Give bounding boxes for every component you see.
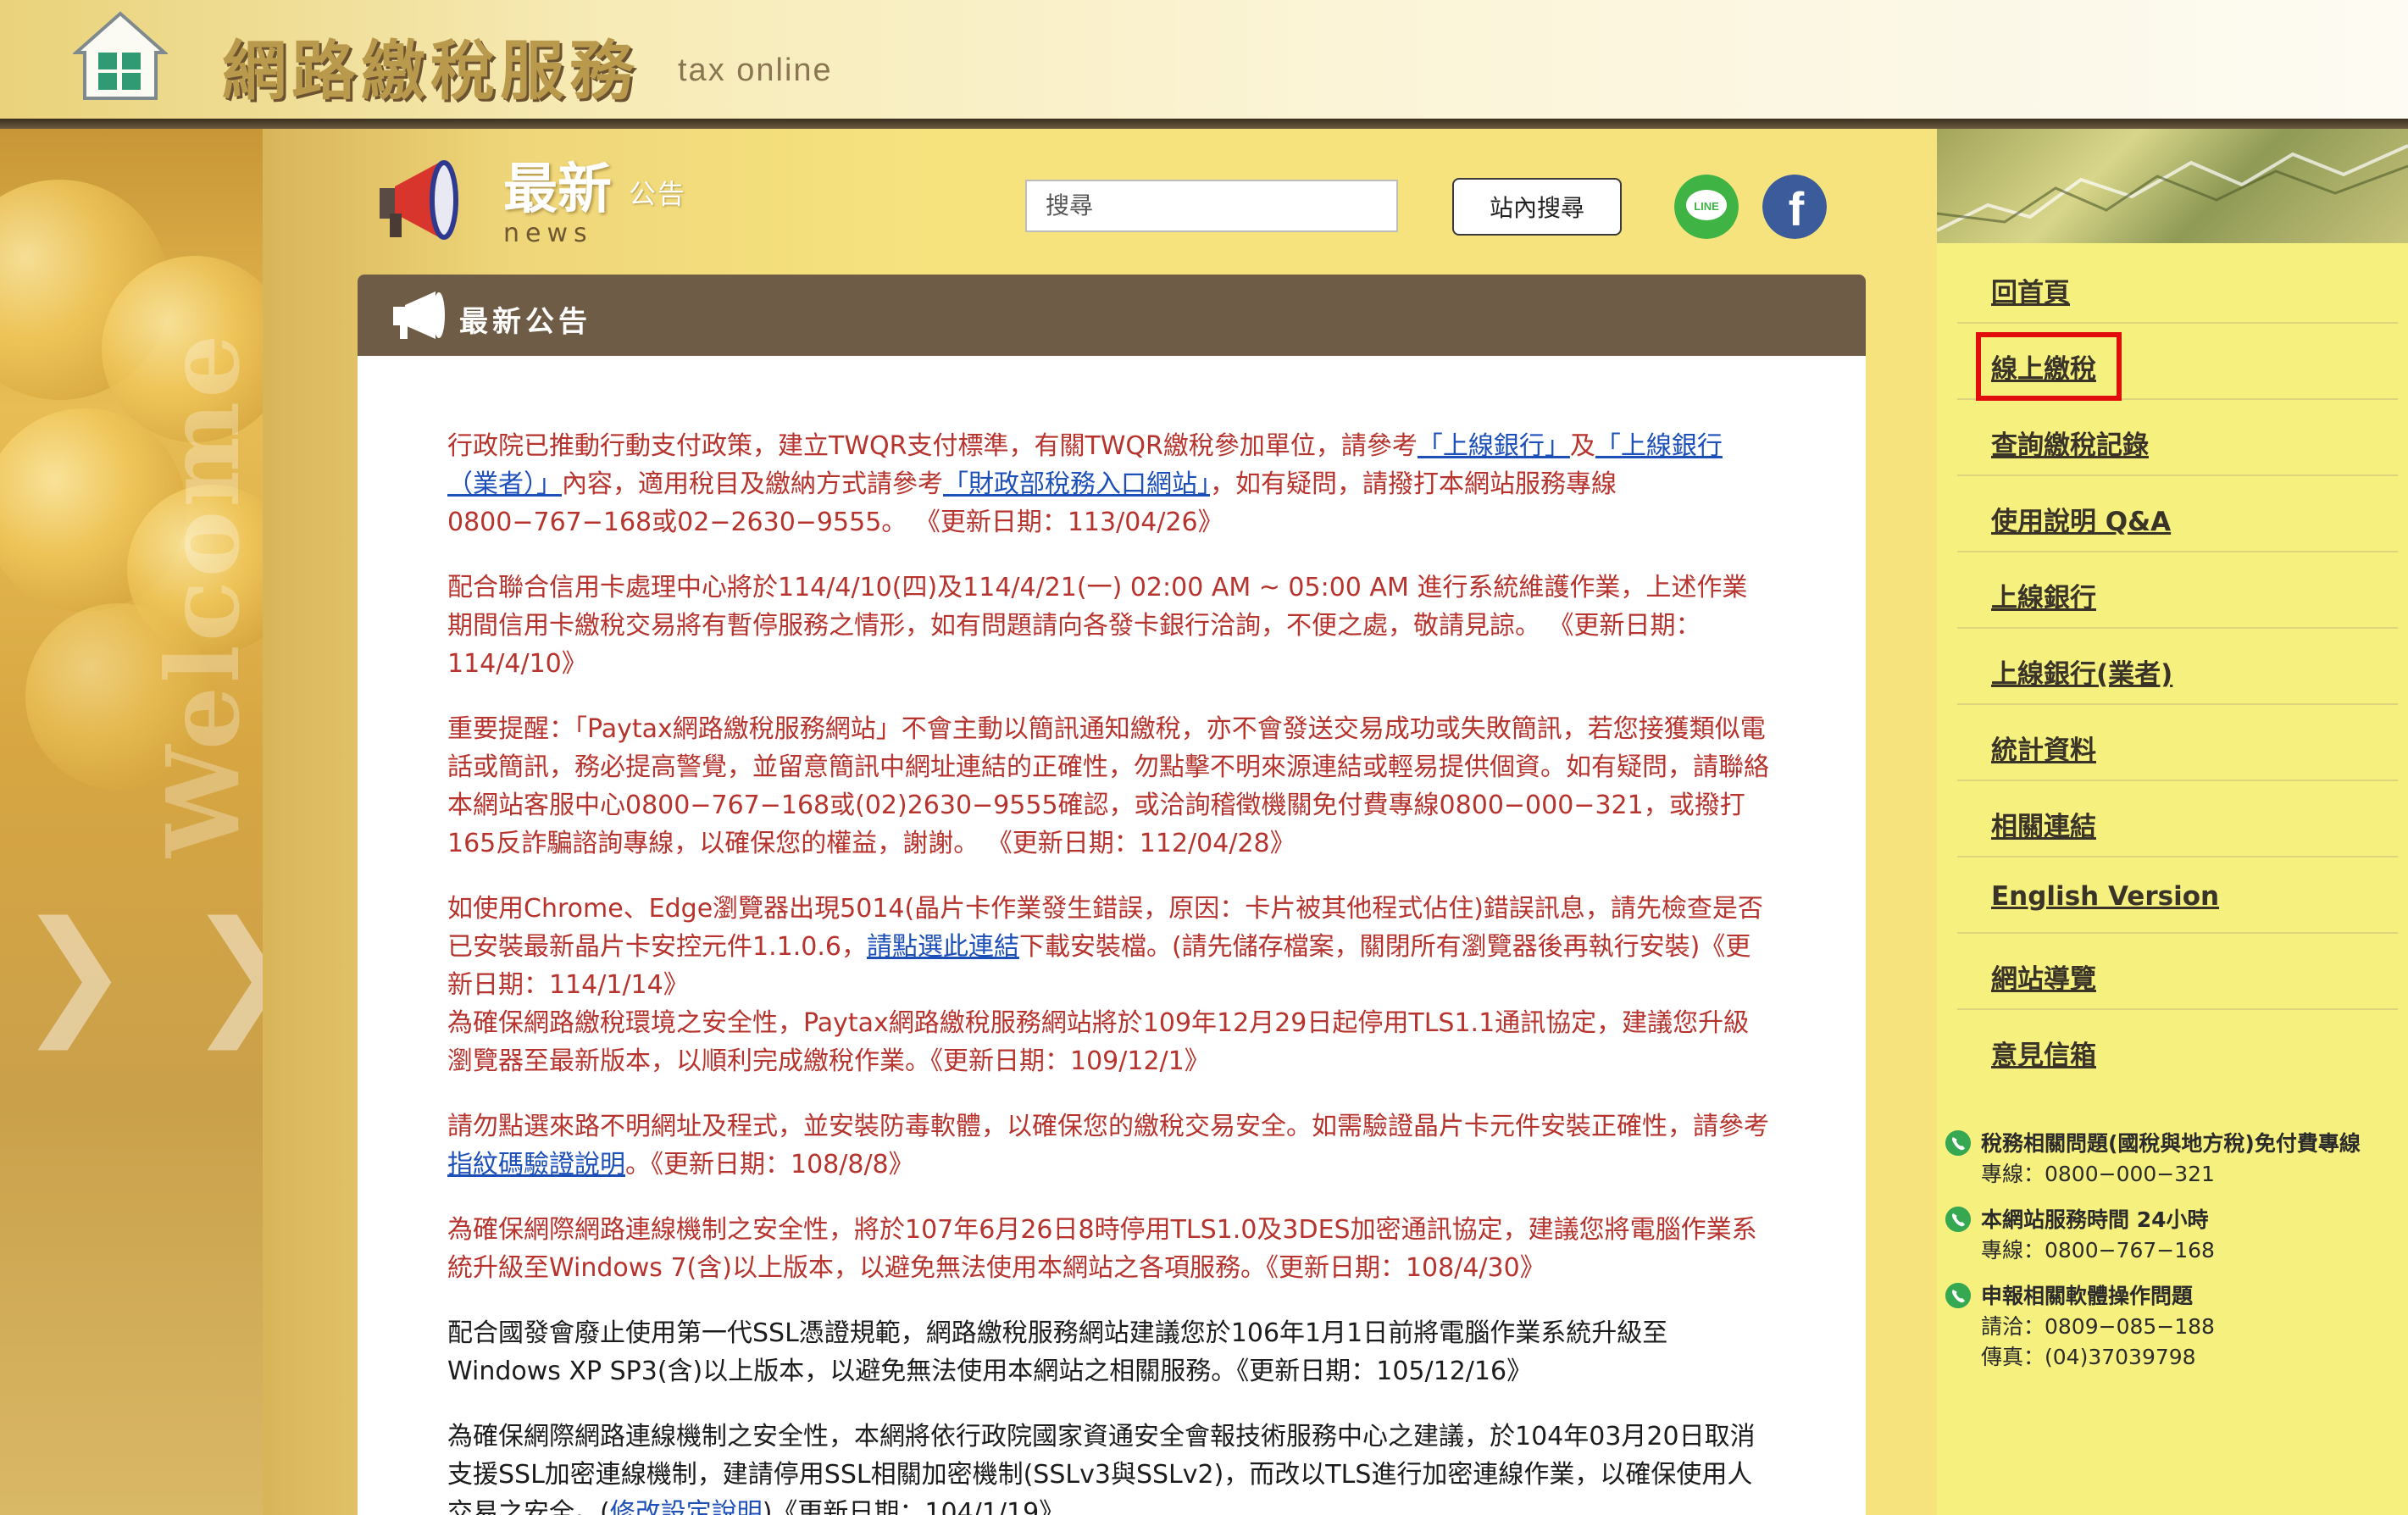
sidebar-banner-image [1937,129,2408,243]
sidebar-item-label: 網站導覽 [1991,964,2096,995]
sidebar-item-online-payment[interactable]: 線上繳稅 [1957,324,2398,401]
megaphone-icon [393,291,445,339]
sidebar-item-label: 線上繳稅 [1976,332,2122,401]
sidebar-item-label: 上線銀行 [1991,583,2096,613]
phone-icon [1945,1207,1971,1232]
news-item: 配合國發會廢止使用第一代SSL憑證規範，網路繳稅服務網站建議您於106年1月1日… [447,1318,1668,1386]
contact-title: 本網站服務時間 24小時 [1981,1207,2209,1232]
facebook-icon-label: f [1789,182,1805,236]
contact-line: 專線：0800−000−321 [1981,1162,2215,1186]
link-download-component[interactable]: 請點選此連結 [867,932,1019,962]
sidebar-item-related-links[interactable]: 相關連結 [1957,781,2398,857]
contact-title: 申報相關軟體操作問題 [1981,1284,2194,1308]
sidebar-item-label: 查詢繳稅記錄 [1991,430,2149,461]
site-search-button[interactable]: 站內搜尋 [1452,178,1622,236]
facebook-icon[interactable]: f [1762,175,1827,239]
site-subtitle: tax online [678,53,833,88]
sidebar-nav: 回首頁 線上繳稅 查詢繳稅記錄 使用說明 Q&A 上線銀行 上線銀行(業者) 統… [1957,247,2398,1086]
stock-chart-image [1937,144,2408,232]
news-text: 及 [1569,431,1595,461]
link-settings-guide[interactable]: 修改設定說明 [610,1498,763,1515]
link-mof-portal[interactable]: 「財政部稅務入口網站」 [943,469,1210,499]
site-title: 網路繳稅服務 [222,33,639,108]
home-icon[interactable] [73,10,168,102]
line-icon-label: LINE [1694,200,1719,213]
news-panel: 行政院已推動行動支付政策，建立TWQR支付標準，有關TWQR繳稅參加單位，請參考… [358,356,1866,1515]
news-text: 行政院已推動行動支付政策，建立TWQR支付標準，有關TWQR繳稅參加單位，請參考 [447,431,1418,461]
sidebar-item-label: 意見信箱 [1991,1041,2096,1071]
link-fingerprint-guide[interactable]: 指紋碼驗證說明 [447,1150,625,1179]
contact-line: 專線：0800−767−168 [1981,1238,2215,1262]
sidebar-item-online-banks-vendors[interactable]: 上線銀行(業者) [1957,629,2398,705]
sidebar-item-statistics[interactable]: 統計資料 [1957,705,2398,781]
sidebar-item-label: 使用說明 Q&A [1991,507,2172,537]
chevron-right-icon: ❯ [17,891,131,1050]
link-online-banks[interactable]: 「上線銀行」 [1418,431,1570,461]
news-panel-title: 最新公告 [459,305,591,339]
phone-icon [1945,1283,1971,1308]
sidebar-item-qa[interactable]: 使用說明 Q&A [1957,476,2398,552]
left-decoration: Welcome ❯ ❯ [0,129,263,1515]
sidebar-item-label: English Version [1991,881,2220,912]
news-title-small: 公告 [629,178,687,210]
news-text: )《更新日期：104/1/19》 [762,1498,1065,1515]
sidebar-item-home[interactable]: 回首頁 [1957,247,2398,324]
sidebar-item-label: 上線銀行(業者) [1991,659,2173,690]
sidebar-item-payment-records[interactable]: 查詢繳稅記錄 [1957,400,2398,476]
news-item: 為確保網際網路連線機制之安全性，本網將依行政院國家資通安全會報技術服務中心之建議… [447,1418,1769,1515]
phone-icon [1945,1130,1971,1156]
line-icon[interactable]: LINE [1674,175,1739,239]
site-header: 網路繳稅服務 tax online [0,0,2408,119]
sidebar-item-label: 相關連結 [1991,812,2096,842]
chevron-right-icon: ❯ [186,891,263,1050]
contact-title: 稅務相關問題(國稅與地方稅)免付費專線 [1981,1131,2361,1156]
news-text: 請勿點選來路不明網址及程式，並安裝防毒軟體，以確保您的繳稅交易安全。如需驗證晶片… [447,1112,1769,1141]
news-subtitle: news [503,219,593,248]
news-item: 如使用Chrome、Edge瀏覽器出現5014(晶片卡作業發生錯誤，原因：卡片被… [447,890,1769,1004]
news-item: 請勿點選來路不明網址及程式，並安裝防毒軟體，以確保您的繳稅交易安全。如需驗證晶片… [447,1107,1769,1184]
megaphone-icon [380,160,458,240]
sidebar-item-english[interactable]: English Version [1957,857,2398,934]
contact-line: 傳真：(04)37039798 [1981,1345,2196,1369]
news-title: 最新 [503,158,612,221]
news-item: 行政院已推動行動支付政策，建立TWQR支付標準，有關TWQR繳稅參加單位，請參考… [447,427,1769,541]
news-item: 配合聯合信用卡處理中心將於114/4/10(四)及114/4/21(一) 02:… [447,573,1748,679]
news-item: 重要提醒：「Paytax網路繳稅服務網站」不會主動以簡訊通知繳稅，亦不會發送交易… [447,714,1769,858]
header-divider [0,119,2408,129]
news-text: 內容，適用稅目及繳納方式請參考 [562,469,943,499]
news-item: 為確保網際網路連線機制之安全性，將於107年6月26日8時停用TLS1.0及3D… [447,1215,1757,1283]
sidebar-item-online-banks[interactable]: 上線銀行 [1957,552,2398,629]
welcome-text: Welcome [144,330,262,857]
contact-line: 請洽：0809−085−188 [1981,1314,2215,1339]
sidebar-item-feedback[interactable]: 意見信箱 [1957,1010,2398,1086]
news-list: 行政院已推動行動支付政策，建立TWQR支付標準，有關TWQR繳稅參加單位，請參考… [447,427,1769,1515]
sidebar-item-sitemap[interactable]: 網站導覽 [1957,934,2398,1010]
news-item: 為確保網路繳稅環境之安全性，Paytax網路繳稅服務網站將於109年12月29日… [447,1008,1750,1076]
news-panel-header: 最新公告 [358,275,1866,356]
sidebar-item-label: 回首頁 [1991,278,2070,308]
search-input[interactable] [1025,180,1398,232]
sidebar-item-label: 統計資料 [1991,735,2096,766]
news-text: 。《更新日期：108/8/8》 [625,1150,914,1179]
